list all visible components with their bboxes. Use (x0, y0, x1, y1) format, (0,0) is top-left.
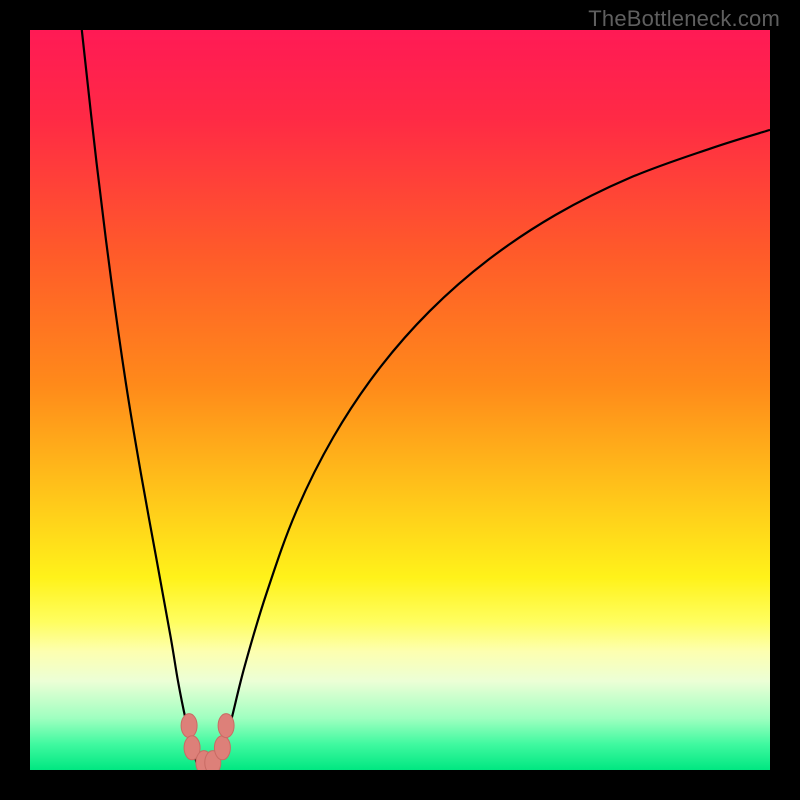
chart-frame: TheBottleneck.com (0, 0, 800, 800)
curve-right (219, 130, 770, 763)
watermark-text: TheBottleneck.com (588, 6, 780, 32)
plot-area (30, 30, 770, 770)
scatter-marker (214, 736, 230, 760)
scatter-marker (181, 714, 197, 738)
curves-layer (30, 30, 770, 770)
curve-left (82, 30, 197, 763)
scatter-markers (181, 714, 234, 770)
scatter-marker (218, 714, 234, 738)
